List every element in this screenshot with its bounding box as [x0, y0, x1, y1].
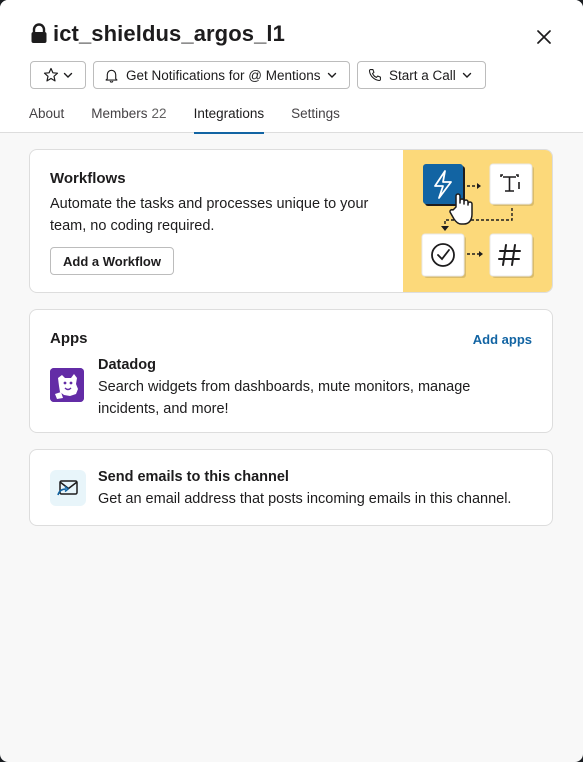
tab-integrations[interactable]: Integrations: [193, 106, 265, 134]
channel-details-modal: ict_shieldus_argos_l1 Get Notifications: [0, 0, 583, 762]
workflows-description: Automate the tasks and processes unique …: [50, 196, 369, 234]
tab-members[interactable]: Members 22: [91, 106, 166, 133]
close-button[interactable]: [533, 26, 555, 48]
tab-label: Members: [91, 106, 148, 121]
add-workflow-button[interactable]: Add a Workflow: [50, 247, 174, 275]
datadog-logo-icon[interactable]: [50, 368, 84, 402]
phone-icon: [368, 68, 382, 82]
star-button[interactable]: [30, 61, 86, 89]
add-apps-link[interactable]: Add apps: [473, 332, 532, 347]
workflows-card: Workflows Automate the tasks and process…: [29, 149, 553, 293]
chevron-down-icon: [63, 70, 73, 80]
apps-title: Apps: [50, 330, 88, 347]
action-buttons: Get Notifications for @ Mentions Start a…: [30, 61, 486, 89]
chevron-down-icon: [327, 70, 337, 80]
member-count: 22: [151, 106, 167, 121]
channel-title: ict_shieldus_argos_l1: [53, 21, 285, 46]
workflows-title: Workflows: [50, 170, 126, 187]
app-name[interactable]: Datadog: [98, 357, 156, 373]
lock-icon: [30, 23, 48, 45]
notifications-button[interactable]: Get Notifications for @ Mentions: [93, 61, 350, 89]
email-card[interactable]: Send emails to this channel Get an email…: [29, 449, 553, 526]
app-description: Search widgets from dashboards, mute mon…: [98, 379, 471, 417]
tab-label: About: [29, 106, 65, 121]
chevron-down-icon: [462, 70, 472, 80]
tab-bar: About Members 22 Integrations Settings: [29, 106, 367, 134]
email-description: Get an email address that posts incoming…: [98, 491, 512, 507]
tab-label: Integrations: [193, 106, 265, 121]
start-call-button[interactable]: Start a Call: [357, 61, 486, 89]
call-label: Start a Call: [389, 67, 456, 83]
email-title: Send emails to this channel: [98, 469, 289, 485]
notifications-label: Get Notifications for @ Mentions: [126, 67, 321, 83]
title-row: ict_shieldus_argos_l1: [30, 21, 285, 47]
close-icon: [537, 30, 551, 44]
bell-icon: [104, 68, 119, 83]
tab-settings[interactable]: Settings: [291, 106, 340, 133]
tab-label: Settings: [291, 106, 340, 121]
workflow-illustration: [403, 150, 552, 292]
modal-header: ict_shieldus_argos_l1 Get Notifications: [0, 0, 583, 134]
tab-about[interactable]: About: [29, 106, 64, 133]
apps-card: Apps Add apps Datadog Search widgets fro…: [29, 309, 553, 433]
email-forward-icon: [50, 470, 86, 506]
workflows-text: Workflows Automate the tasks and process…: [50, 170, 390, 237]
star-icon: [43, 67, 59, 82]
